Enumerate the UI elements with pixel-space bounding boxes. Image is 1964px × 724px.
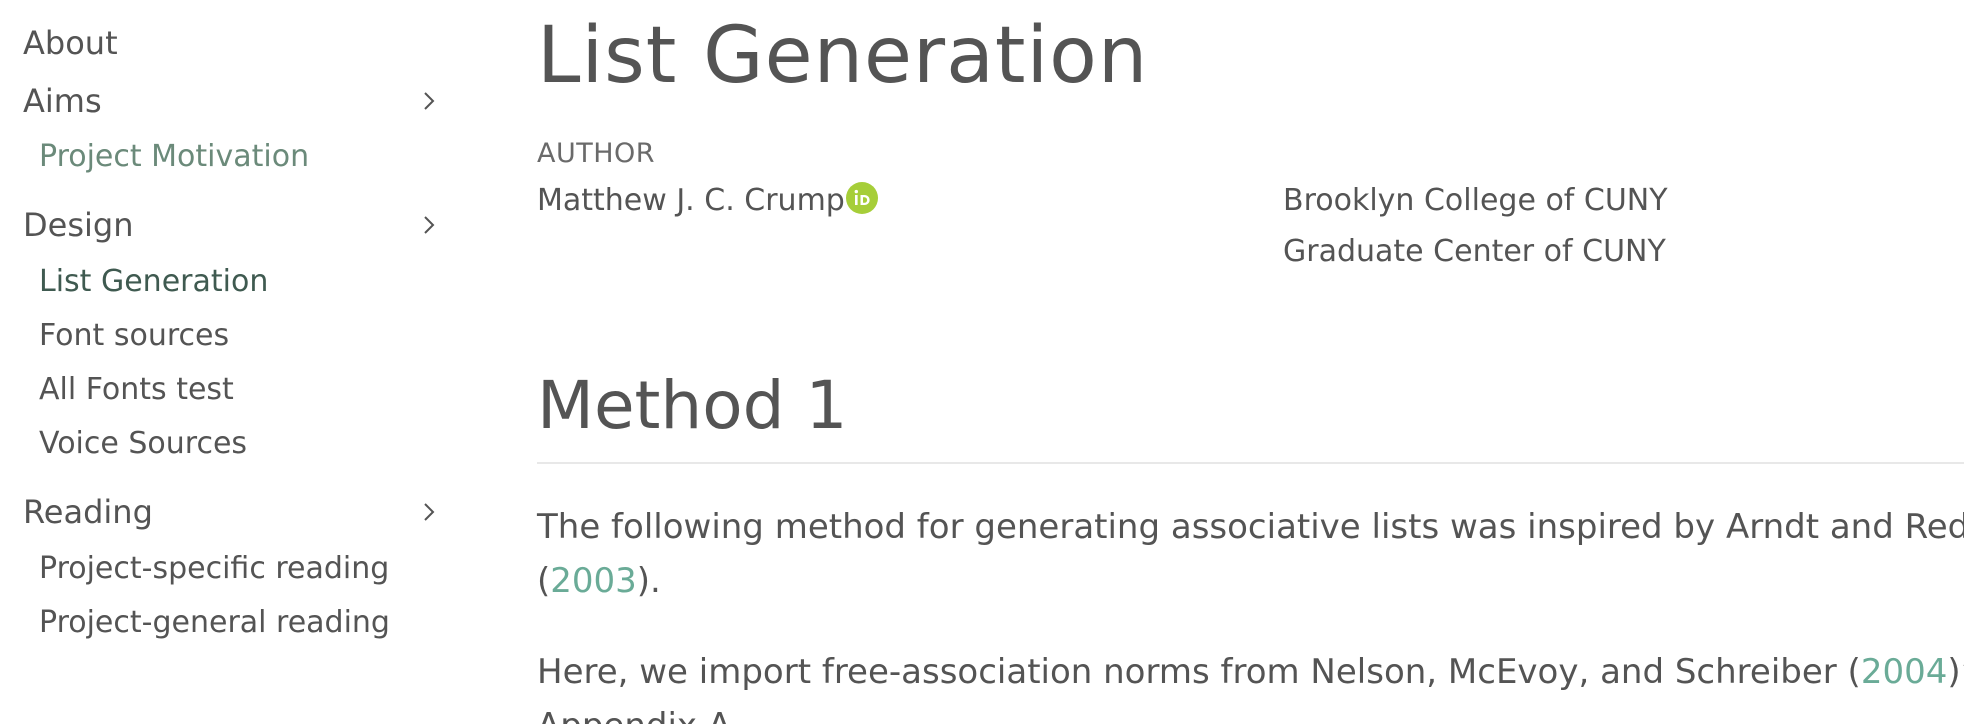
page: About Aims Project Motivation Design Lis…: [0, 0, 1964, 724]
sidebar-item-project-general-reading[interactable]: Project-general reading: [0, 601, 450, 645]
sidebar-item-project-specific-reading[interactable]: Project-specific reading: [0, 547, 450, 591]
sidebar-item-label: About: [23, 24, 118, 62]
author-label: AUTHOR: [537, 138, 656, 169]
citation-link[interactable]: 2004: [1861, 652, 1948, 692]
paragraph: The following method for generating asso…: [537, 500, 1964, 608]
sidebar-section-reading[interactable]: Reading: [0, 490, 450, 534]
page-title: List Generation: [537, 11, 1149, 101]
divider: [537, 462, 1964, 464]
affiliation: Graduate Center of CUNY: [1283, 234, 1666, 269]
citation-link[interactable]: 2003: [550, 561, 637, 601]
sidebar-item-project-motivation[interactable]: Project Motivation: [0, 135, 450, 179]
paragraph-text: Appendix A: [537, 706, 731, 724]
sidebar-item-label: Project-specific reading: [39, 551, 390, 586]
chevron-right-icon[interactable]: [418, 214, 440, 236]
sidebar-item-font-sources[interactable]: Font sources: [0, 314, 450, 358]
sidebar-item-label: Project Motivation: [39, 139, 310, 174]
sidebar-section-aims[interactable]: Aims: [0, 79, 450, 123]
paragraph-text: )’s: [1947, 652, 1964, 692]
chevron-right-icon[interactable]: [418, 90, 440, 112]
main-content: List Generation AUTHOR Matthew J. C. Cru…: [537, 0, 1964, 724]
sidebar-item-label: Font sources: [39, 318, 230, 353]
sidebar-item-voice-sources[interactable]: Voice Sources: [0, 422, 450, 466]
paren-open: (: [537, 561, 551, 601]
sidebar-section-design[interactable]: Design: [0, 203, 450, 247]
sidebar-item-all-fonts-test[interactable]: All Fonts test: [0, 368, 450, 412]
paragraph-text: Here, we import free-association norms f…: [537, 652, 1861, 692]
sidebar-item-about[interactable]: About: [0, 21, 450, 65]
author-name: Matthew J. C. Crump: [537, 183, 845, 218]
chevron-right-icon[interactable]: [418, 501, 440, 523]
affiliation: Brooklyn College of CUNY: [1283, 183, 1668, 218]
sidebar-section-label: Reading: [23, 493, 153, 531]
paragraph: Here, we import free-association norms f…: [537, 645, 1964, 724]
sidebar-section-label: Aims: [23, 82, 102, 120]
sidebar-item-label: Project-general reading: [39, 605, 390, 640]
sidebar-item-label: Voice Sources: [39, 426, 248, 461]
section-heading: Method 1: [537, 367, 848, 444]
sidebar-item-label: List Generation: [39, 264, 269, 299]
sidebar: About Aims Project Motivation Design Lis…: [0, 0, 470, 724]
orcid-icon[interactable]: [846, 182, 878, 214]
paren-close: ).: [636, 561, 661, 601]
sidebar-section-label: Design: [23, 206, 134, 244]
sidebar-item-list-generation[interactable]: List Generation: [0, 260, 450, 304]
paragraph-text: The following method for generating asso…: [537, 507, 1964, 547]
sidebar-item-label: All Fonts test: [39, 372, 234, 407]
